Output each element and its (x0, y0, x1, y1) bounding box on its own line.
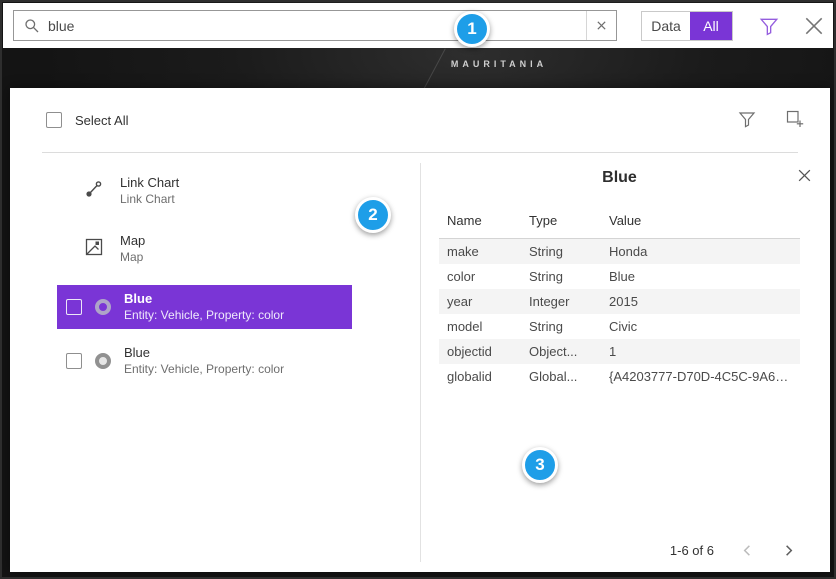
result-item-map[interactable]: Map Map (10, 225, 420, 273)
prev-page-icon[interactable] (740, 543, 755, 558)
table-row: globalid Global... {A4203777-D70D-4C5C-9… (439, 364, 800, 389)
result-title: Blue (124, 345, 284, 361)
entity-icon (95, 353, 111, 369)
map-country-label: MAURITANIA (419, 59, 579, 69)
result-item-entity-selected[interactable]: Blue Entity: Vehicle, Property: color (57, 285, 352, 329)
results-content: Link Chart Link Chart Map Map (10, 153, 830, 572)
link-chart-icon (84, 179, 104, 204)
result-subtitle: Entity: Vehicle, Property: color (124, 361, 284, 377)
table-row: make String Honda (439, 239, 800, 264)
callout-badge-2: 2 (355, 197, 391, 233)
result-item-entity[interactable]: Blue Entity: Vehicle, Property: color (57, 339, 352, 383)
close-search-icon[interactable] (803, 15, 825, 37)
select-all[interactable]: Select All (46, 112, 128, 128)
select-all-checkbox[interactable] (46, 112, 62, 128)
search-bar: Data All (3, 3, 833, 48)
clear-search-icon[interactable] (586, 11, 616, 40)
pagination: 1-6 of 6 (670, 543, 796, 558)
table-row: model String Civic (439, 314, 800, 339)
column-header: Name (439, 205, 521, 238)
scope-all-button[interactable]: All (690, 12, 732, 40)
cell-name: color (439, 264, 521, 289)
details-panel: Blue Name Type Value make String (421, 153, 830, 572)
column-header: Type (521, 205, 601, 238)
results-filter-icon[interactable] (738, 110, 756, 128)
search-box[interactable] (13, 10, 617, 41)
cell-type: Integer (521, 289, 601, 314)
search-icon (24, 18, 40, 34)
cell-type: Object... (521, 339, 601, 364)
select-all-label: Select All (75, 113, 128, 128)
callout-badge-3: 3 (522, 447, 558, 483)
cell-value: 1 (601, 339, 800, 364)
results-list: Link Chart Link Chart Map Map (10, 153, 420, 383)
cell-value: {A4203777-D70D-4C5C-9A65-C... (601, 364, 800, 389)
result-subtitle: Entity: Vehicle, Property: color (124, 307, 284, 323)
scope-data-button[interactable]: Data (642, 12, 690, 40)
search-results-panel: Select All (10, 88, 830, 572)
results-toolbar (738, 110, 804, 128)
pagination-label: 1-6 of 6 (670, 543, 714, 558)
column-header: Value (601, 205, 800, 238)
cell-value: 2015 (601, 289, 800, 314)
cell-value: Blue (601, 264, 800, 289)
result-title: Map (120, 233, 145, 249)
table-row: color String Blue (439, 264, 800, 289)
table-header: Name Type Value (439, 205, 800, 239)
table-row: year Integer 2015 (439, 289, 800, 314)
result-checkbox[interactable] (66, 353, 82, 369)
result-checkbox[interactable] (66, 299, 82, 315)
entity-icon (95, 299, 111, 315)
cell-type: Global... (521, 364, 601, 389)
next-page-icon[interactable] (781, 543, 796, 558)
attributes-table: Name Type Value make String Honda color … (439, 205, 800, 389)
cell-value: Civic (601, 314, 800, 339)
search-scope-toggle: Data All (641, 11, 733, 41)
cell-name: model (439, 314, 521, 339)
result-subtitle: Link Chart (120, 191, 179, 207)
cell-name: make (439, 239, 521, 264)
app-window: MAURITANIA Data All (0, 0, 836, 579)
callout-badge-1: 1 (454, 11, 490, 47)
cell-name: globalid (439, 364, 521, 389)
details-title: Blue (421, 169, 830, 187)
cell-type: String (521, 264, 601, 289)
table-row: objectid Object... 1 (439, 339, 800, 364)
map-icon (84, 237, 104, 262)
filter-icon[interactable] (759, 16, 779, 36)
cell-value: Honda (601, 239, 800, 264)
add-to-list-icon[interactable] (786, 110, 804, 128)
cell-name: year (439, 289, 521, 314)
result-title: Blue (124, 291, 284, 307)
close-details-icon[interactable] (797, 168, 812, 183)
result-subtitle: Map (120, 249, 145, 265)
cell-type: String (521, 239, 601, 264)
search-input[interactable] (48, 11, 586, 40)
cell-type: String (521, 314, 601, 339)
cell-name: objectid (439, 339, 521, 364)
result-title: Link Chart (120, 175, 179, 191)
